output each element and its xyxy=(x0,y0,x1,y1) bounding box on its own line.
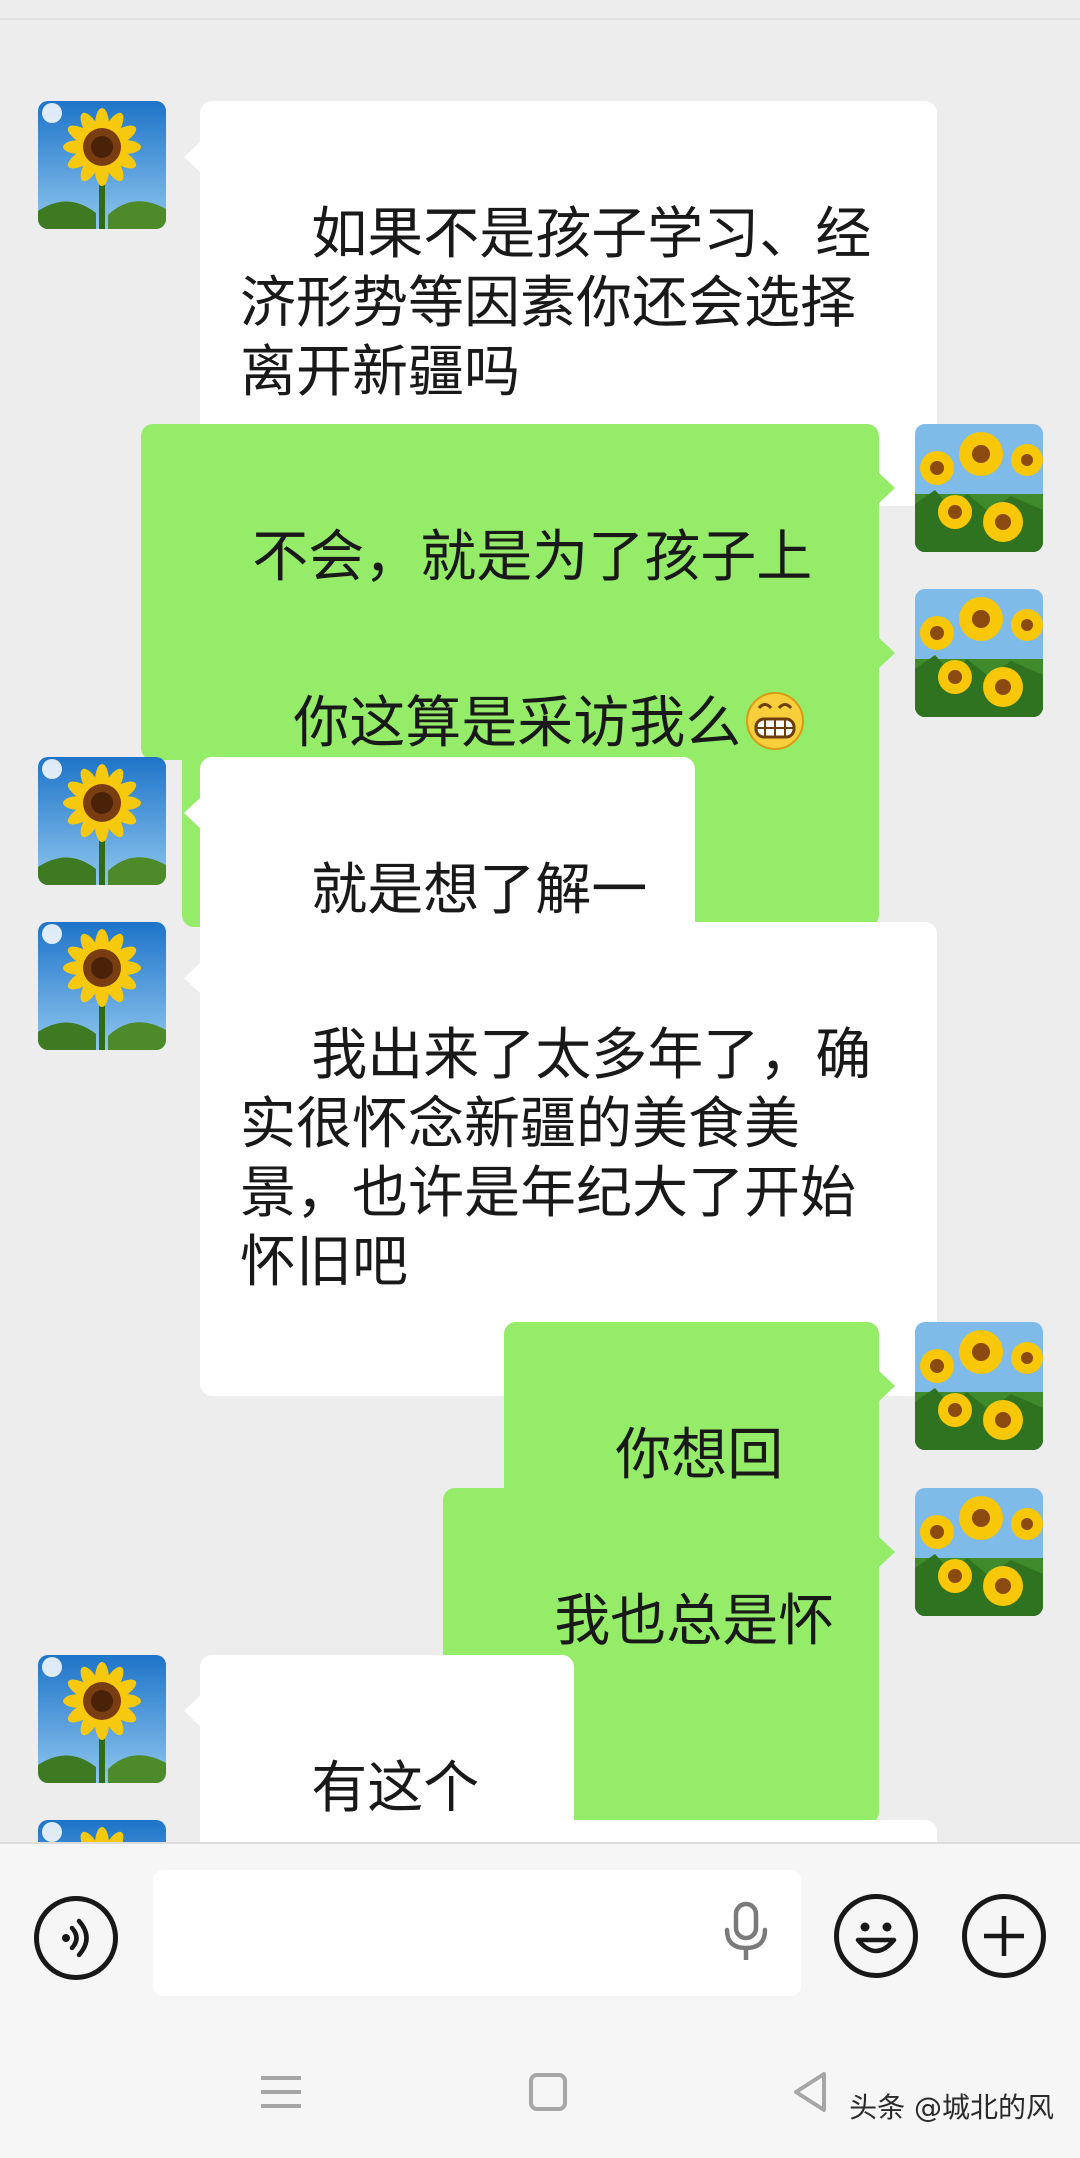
back-icon[interactable] xyxy=(790,2070,830,2114)
add-icon[interactable] xyxy=(962,1894,1046,1978)
home-icon[interactable] xyxy=(528,2072,568,2112)
contact-avatar[interactable] xyxy=(38,1655,166,1783)
contact-avatar[interactable] xyxy=(38,922,166,1050)
contact-avatar[interactable] xyxy=(38,1820,166,1842)
chat-area[interactable]: 如果不是孩子学习、经济形势等因素你还会选择离开新疆吗 不会，就是为了孩子上学 你… xyxy=(0,0,1080,1842)
message-input[interactable] xyxy=(153,1870,801,1996)
my-avatar[interactable] xyxy=(915,1322,1043,1450)
my-avatar[interactable] xyxy=(915,1488,1043,1616)
grinning-face-icon xyxy=(743,688,807,752)
contact-avatar[interactable] xyxy=(38,757,166,885)
microphone-icon[interactable] xyxy=(721,1900,771,1966)
message-text: 你这算是采访我么 xyxy=(293,691,742,756)
emoji-icon[interactable] xyxy=(834,1894,918,1978)
incoming-message-bubble[interactable] xyxy=(200,1820,937,1842)
message-text: 我出来了太多年了，确实很怀念新疆的美食美景，也许是年纪大了开始怀旧吧 xyxy=(240,1023,872,1295)
my-avatar[interactable] xyxy=(915,589,1043,717)
menu-icon[interactable] xyxy=(259,2072,303,2112)
incoming-message-bubble[interactable]: 有这个想法 xyxy=(184,1655,574,1842)
system-navigation-bar: 头条 @城北的风 xyxy=(0,2040,1080,2158)
contact-avatar[interactable] xyxy=(38,101,166,229)
input-bar xyxy=(0,1842,1080,2042)
voice-input-icon[interactable] xyxy=(34,1896,118,1980)
watermark: 头条 @城北的风 xyxy=(849,2091,1054,2124)
message-text: 如果不是孩子学习、经济形势等因素你还会选择离开新疆吗 xyxy=(240,202,872,405)
my-avatar[interactable] xyxy=(915,424,1043,552)
